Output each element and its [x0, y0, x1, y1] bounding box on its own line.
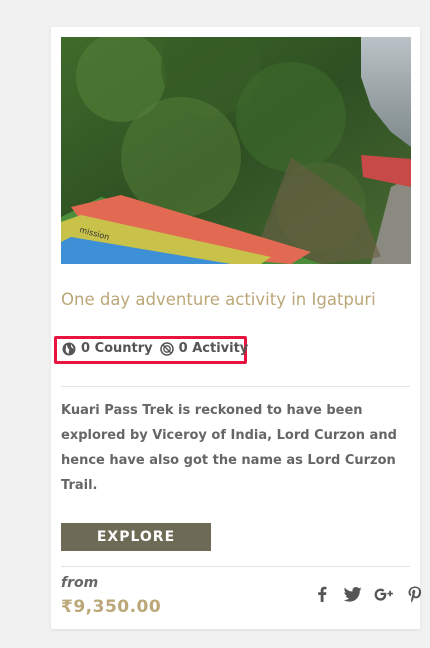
twitter-icon[interactable] [343, 584, 363, 604]
tour-description: Kuari Pass Trek is reckoned to have been… [61, 403, 397, 493]
activity-count: 0 Activity [159, 341, 249, 356]
country-count: 0 Country [62, 341, 153, 356]
google-plus-icon[interactable] [374, 584, 394, 604]
share-links [301, 584, 425, 604]
activity-count-label: 0 Activity [178, 341, 249, 356]
from-label: from [61, 575, 99, 591]
explore-button[interactable]: EXPLORE [61, 523, 211, 551]
tour-title[interactable]: One day adventure activity in Igatpuri [61, 289, 391, 311]
pinterest-icon[interactable] [405, 584, 425, 604]
tour-card: mission One day adventure activity in Ig… [51, 27, 422, 629]
divider [61, 386, 410, 387]
country-count-label: 0 Country [81, 341, 153, 356]
tour-image[interactable]: mission [61, 37, 411, 264]
tour-price: ₹9,350.00 [61, 597, 162, 617]
globe-icon [62, 342, 76, 355]
facebook-icon[interactable] [312, 584, 332, 604]
divider [61, 566, 410, 567]
tour-meta: 0 Country 0 Activity [62, 341, 255, 356]
activity-icon [159, 341, 174, 356]
